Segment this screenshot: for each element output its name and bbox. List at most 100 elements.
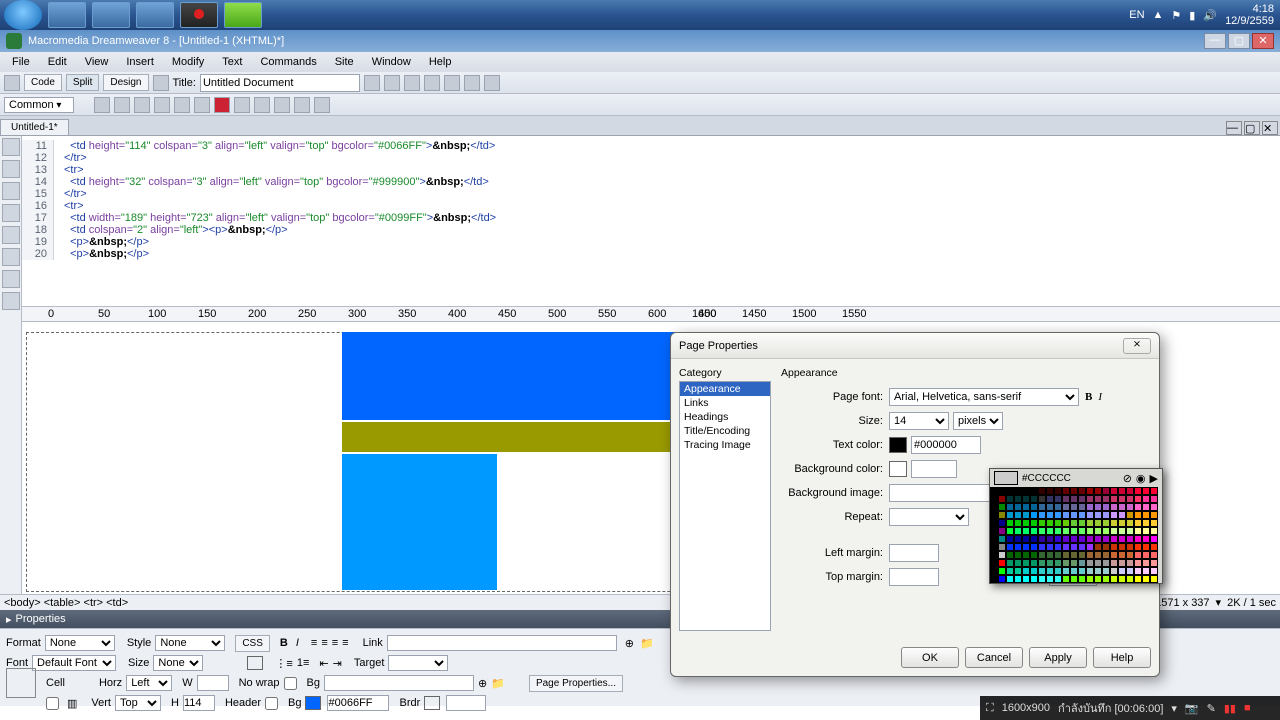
- color-cell[interactable]: [1118, 527, 1126, 535]
- cell-bar[interactable]: [342, 422, 692, 452]
- color-cell[interactable]: [1070, 503, 1078, 511]
- color-cell[interactable]: [1118, 511, 1126, 519]
- rec-pencil-icon[interactable]: ✎: [1207, 702, 1216, 715]
- color-cell[interactable]: [1030, 543, 1038, 551]
- color-cell[interactable]: [1142, 527, 1150, 535]
- link-input[interactable]: [387, 635, 617, 651]
- color-cell[interactable]: [1062, 527, 1070, 535]
- color-cell[interactable]: [1054, 527, 1062, 535]
- color-cell[interactable]: [1006, 567, 1014, 575]
- color-cell[interactable]: [1142, 543, 1150, 551]
- color-cell[interactable]: [990, 559, 998, 567]
- color-cell[interactable]: [1094, 527, 1102, 535]
- size-unit-select[interactable]: pixels: [953, 412, 1003, 430]
- dialog-title-bar[interactable]: Page Properties ⨯: [671, 333, 1159, 359]
- visual-aids-icon[interactable]: [444, 75, 460, 91]
- script-icon[interactable]: [314, 97, 330, 113]
- indent-icon[interactable]: ⇥: [333, 657, 342, 670]
- color-cell[interactable]: [1030, 551, 1038, 559]
- color-cell[interactable]: [1062, 567, 1070, 575]
- size-select[interactable]: 14: [889, 412, 949, 430]
- color-cell[interactable]: [1054, 487, 1062, 495]
- color-cell[interactable]: [1102, 559, 1110, 567]
- color-cell[interactable]: [1134, 503, 1142, 511]
- list-ul-icon[interactable]: ⋮≡: [275, 657, 292, 670]
- rec-camera-icon[interactable]: 📷: [1185, 702, 1199, 715]
- color-cell[interactable]: [1094, 543, 1102, 551]
- ok-button[interactable]: OK: [901, 647, 959, 668]
- color-cell[interactable]: [1054, 567, 1062, 575]
- bgcolor-prop-input[interactable]: [327, 695, 389, 711]
- color-cell[interactable]: [1062, 559, 1070, 567]
- color-cell[interactable]: [1022, 559, 1030, 567]
- color-cell[interactable]: [1110, 527, 1118, 535]
- color-cell[interactable]: [1094, 495, 1102, 503]
- prop-size-select[interactable]: None: [153, 655, 203, 671]
- header-checkbox[interactable]: [265, 697, 278, 710]
- color-cell[interactable]: [998, 487, 1006, 495]
- color-cell[interactable]: [1006, 575, 1014, 583]
- color-cell[interactable]: [1134, 567, 1142, 575]
- div-icon[interactable]: [174, 97, 190, 113]
- color-cell[interactable]: [1038, 567, 1046, 575]
- clock-time[interactable]: 4:18: [1225, 3, 1274, 15]
- color-cell[interactable]: [1126, 551, 1134, 559]
- color-cell[interactable]: [1078, 567, 1086, 575]
- media-icon[interactable]: [214, 97, 230, 113]
- color-cell[interactable]: [1046, 535, 1054, 543]
- color-cell[interactable]: [998, 503, 1006, 511]
- textcolor-swatch[interactable]: [889, 437, 907, 453]
- color-cell[interactable]: [1118, 487, 1126, 495]
- color-cell[interactable]: [990, 487, 998, 495]
- color-cell[interactable]: [1150, 527, 1158, 535]
- color-cell[interactable]: [1070, 511, 1078, 519]
- select-parent-icon[interactable]: [2, 204, 20, 222]
- brdr-input[interactable]: [446, 695, 486, 711]
- tray-flag-icon[interactable]: ▲: [1153, 9, 1164, 21]
- color-cell[interactable]: [1022, 527, 1030, 535]
- color-cell[interactable]: [1110, 559, 1118, 567]
- horz-select[interactable]: Left: [126, 675, 172, 691]
- color-cell[interactable]: [1030, 527, 1038, 535]
- color-cell[interactable]: [990, 543, 998, 551]
- color-cell[interactable]: [1118, 519, 1126, 527]
- color-cell[interactable]: [1102, 567, 1110, 575]
- view-options-icon[interactable]: [424, 75, 440, 91]
- prop-bold-icon[interactable]: B: [280, 637, 288, 649]
- color-cell[interactable]: [1006, 511, 1014, 519]
- color-cell[interactable]: [1134, 559, 1142, 567]
- vert-select[interactable]: Top: [115, 695, 161, 711]
- color-cell[interactable]: [1006, 543, 1014, 551]
- color-cell[interactable]: [1110, 519, 1118, 527]
- color-cell[interactable]: [1046, 519, 1054, 527]
- color-cell[interactable]: [1142, 567, 1150, 575]
- bgcolor-input[interactable]: [911, 460, 957, 478]
- color-cell[interactable]: [1014, 511, 1022, 519]
- line-numbers-icon[interactable]: [2, 248, 20, 266]
- menu-commands[interactable]: Commands: [252, 54, 324, 70]
- color-cell[interactable]: [1062, 543, 1070, 551]
- color-cell[interactable]: [1118, 535, 1126, 543]
- color-cell[interactable]: [1046, 559, 1054, 567]
- color-cell[interactable]: [1110, 543, 1118, 551]
- align-right-icon[interactable]: ≡: [332, 637, 338, 649]
- color-cell[interactable]: [1022, 551, 1030, 559]
- color-cell[interactable]: [1110, 495, 1118, 503]
- rec-menu-icon[interactable]: ▾: [1171, 702, 1177, 715]
- color-cell[interactable]: [1086, 511, 1094, 519]
- color-cell[interactable]: [1110, 575, 1118, 583]
- color-cell[interactable]: [1022, 575, 1030, 583]
- color-cell[interactable]: [1150, 559, 1158, 567]
- font-select[interactable]: Default Font: [32, 655, 116, 671]
- open-documents-icon[interactable]: [2, 138, 20, 156]
- cat-headings[interactable]: Headings: [680, 410, 770, 424]
- color-cell[interactable]: [990, 575, 998, 583]
- color-cell[interactable]: [1110, 551, 1118, 559]
- color-cell[interactable]: [1094, 487, 1102, 495]
- named-anchor-icon[interactable]: [134, 97, 150, 113]
- color-cell[interactable]: [1022, 543, 1030, 551]
- color-cell[interactable]: [1014, 527, 1022, 535]
- color-cell[interactable]: [1102, 543, 1110, 551]
- color-cell[interactable]: [1094, 511, 1102, 519]
- color-cell[interactable]: [1078, 559, 1086, 567]
